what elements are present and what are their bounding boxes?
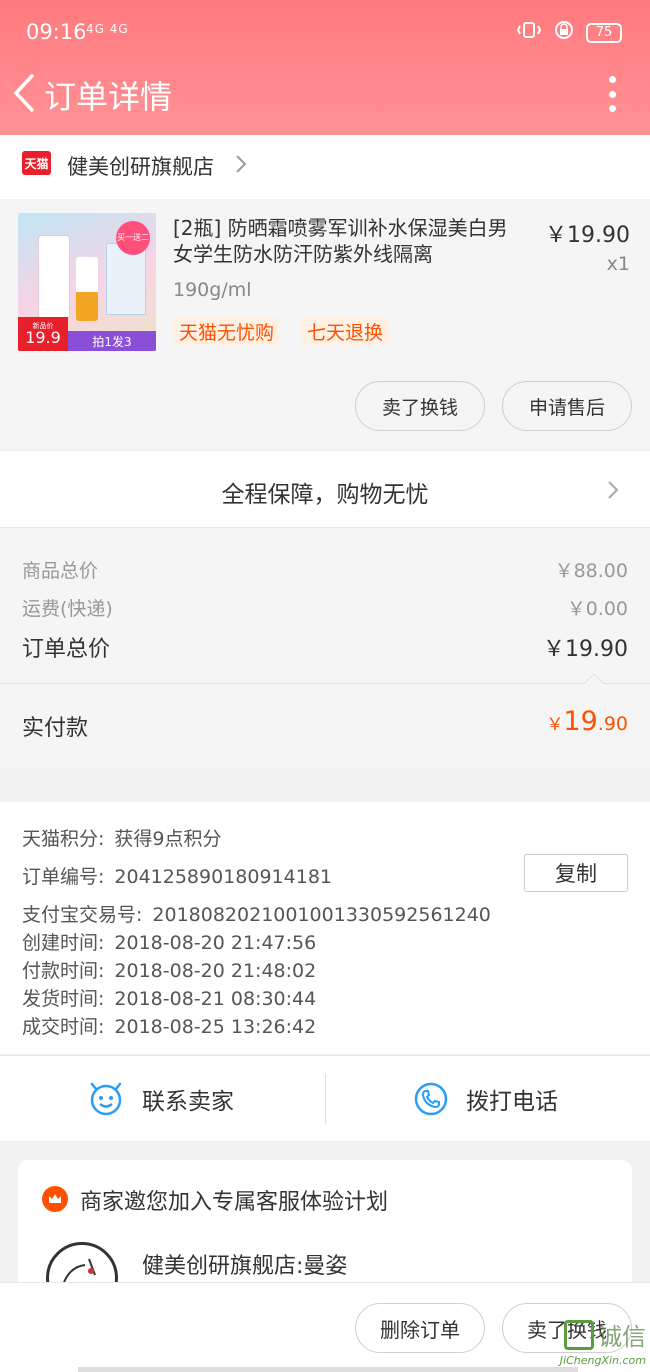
crown-icon <box>42 1186 68 1212</box>
dot-icon <box>608 105 616 112</box>
shipping-value: ￥0.00 <box>566 598 628 620</box>
completed-time-label: 成交时间: <box>22 1016 105 1038</box>
product-price: ￥19.90 <box>545 223 630 248</box>
goods-total-label: 商品总价 <box>22 560 99 582</box>
service-tag: 天猫无忧购 <box>173 317 281 345</box>
price-summary: 商品总价 ￥88.00 运费(快递) ￥0.00 订单总价 ￥19.90 <box>0 529 650 683</box>
shipping-label: 运费(快递) <box>22 598 113 620</box>
alipay-value: 2018082021001001330592561240 <box>152 904 491 926</box>
shipped-time-label: 发货时间: <box>22 988 105 1010</box>
status-icons: 75 <box>516 20 622 45</box>
points-label: 天猫积分: <box>22 828 105 850</box>
watermark-logo: 诚信 <box>564 1317 646 1352</box>
created-time-label: 创建时间: <box>22 932 105 954</box>
created-time-value: 2018-08-20 21:47:56 <box>114 932 317 954</box>
watermark-mark-icon <box>564 1319 594 1350</box>
actual-payment-value: ￥19.90 <box>546 706 628 737</box>
order-number-value: 204125890180914181 <box>114 866 332 888</box>
signal-icon: 4G 4G <box>86 22 129 36</box>
guarantee-row[interactable]: 全程保障，购物无忧 <box>0 451 650 528</box>
product-spec: 190g/ml <box>173 279 252 301</box>
contact-seller-label: 联系卖家 <box>142 1089 234 1115</box>
battery-icon: 75 <box>586 22 622 43</box>
paid-time-line: 付款时间: 2018-08-20 21:48:02 <box>22 956 316 983</box>
service-plan-title: 商家邀您加入专属客服体验计划 <box>80 1190 389 1215</box>
image-price: 19.9 <box>25 327 61 347</box>
back-button[interactable] <box>10 70 46 116</box>
completed-time-value: 2018-08-25 13:26:42 <box>114 1016 317 1038</box>
alipay-line: 支付宝交易号: 2018082021001001330592561240 <box>22 900 491 927</box>
watermark-text: 诚信 <box>598 1323 646 1351</box>
image-promo-text: 拍1发3 <box>68 331 156 351</box>
home-indicator <box>78 1367 578 1372</box>
goods-total-value: ￥88.00 <box>554 560 628 582</box>
service-plan-card[interactable]: 商家邀您加入专属客服体验计划 健美创研旗舰店:曼姿 <box>18 1160 632 1314</box>
caret-up-icon <box>584 674 604 684</box>
paid-time-value: 2018-08-20 21:48:02 <box>114 960 317 982</box>
completed-time-line: 成交时间: 2018-08-25 13:26:42 <box>22 1012 316 1039</box>
header-bar: 09:16 4G 4G 75 订单详情 <box>0 0 650 135</box>
bottom-action-bar: 删除订单 卖了换钱 诚信 JiChengXin.com <box>0 1282 650 1372</box>
service-tag: 七天退换 <box>301 317 390 345</box>
paid-decimal: .90 <box>597 713 628 735</box>
call-phone-label: 拨打电话 <box>466 1089 558 1115</box>
watermark: 诚信 JiChengXin.com <box>560 1317 646 1367</box>
actual-payment-row: 实付款 ￥19.90 <box>0 674 650 769</box>
product-image[interactable]: 买一送二 新品价 19.9 拍1发3 <box>18 213 156 351</box>
order-total-row: 订单总价 ￥19.90 <box>22 631 628 663</box>
order-total-label: 订单总价 <box>22 637 111 662</box>
store-name: 健美创研旗舰店 <box>67 155 214 179</box>
status-bar: 09:16 4G 4G 75 <box>0 0 650 64</box>
call-phone-button[interactable]: 拨打电话 <box>414 1056 558 1142</box>
points-line: 天猫积分: 获得9点积分 <box>22 824 222 851</box>
alipay-label: 支付宝交易号: <box>22 904 143 926</box>
vibrate-icon <box>516 20 542 45</box>
delete-order-button[interactable]: 删除订单 <box>355 1303 485 1353</box>
divider <box>325 1074 326 1124</box>
promo-badge: 买一送二 <box>116 221 150 255</box>
shipped-time-line: 发货时间: 2018-08-21 08:30:44 <box>22 984 316 1011</box>
goods-total-row: 商品总价 ￥88.00 <box>22 556 628 583</box>
dot-icon <box>608 90 616 98</box>
sell-button[interactable]: 卖了换钱 <box>355 381 485 431</box>
service-agent-name: 健美创研旗舰店:曼姿 <box>142 1254 348 1279</box>
after-sale-button[interactable]: 申请售后 <box>502 381 632 431</box>
paid-currency: ￥ <box>546 715 564 735</box>
product-quantity: x1 <box>606 253 630 275</box>
paid-integer: 19 <box>563 706 598 737</box>
chevron-right-icon <box>236 155 247 173</box>
actual-payment-label: 实付款 <box>22 716 89 741</box>
more-options-button[interactable] <box>602 74 622 114</box>
bottle-graphic <box>76 257 98 321</box>
points-value: 获得9点积分 <box>114 828 222 850</box>
product-item[interactable]: 买一送二 新品价 19.9 拍1发3 [2瓶] 防晒霜喷雾军训补水保湿美白男女学… <box>0 201 650 449</box>
tmall-logo: 天猫 <box>22 151 51 175</box>
order-info: 天猫积分: 获得9点积分 订单编号: 204125890180914181 复制 支… <box>0 802 650 1054</box>
bottle-graphic <box>38 235 70 319</box>
created-time-line: 创建时间: 2018-08-20 21:47:56 <box>22 928 316 955</box>
chevron-left-icon <box>13 74 34 112</box>
shipped-time-value: 2018-08-21 08:30:44 <box>114 988 317 1010</box>
dot-icon <box>608 76 616 83</box>
product-title[interactable]: [2瓶] 防晒霜喷雾军训补水保湿美白男女学生防水防汗防紫外线隔离 <box>173 215 527 267</box>
guarantee-text: 全程保障，购物无忧 <box>221 482 429 508</box>
lock-icon <box>554 20 574 45</box>
paid-time-label: 付款时间: <box>22 960 105 982</box>
store-row[interactable]: 天猫 健美创研旗舰店 <box>0 135 650 199</box>
contact-seller-button[interactable]: 联系卖家 <box>88 1056 234 1142</box>
order-total-value: ￥19.90 <box>543 637 628 662</box>
contact-row: 联系卖家 拨打电话 <box>0 1055 650 1141</box>
page-title: 订单详情 <box>44 78 173 116</box>
chevron-right-icon <box>608 481 619 499</box>
order-number-line: 订单编号: 204125890180914181 <box>22 862 332 889</box>
chat-face-icon <box>90 1082 122 1116</box>
order-number-label: 订单编号: <box>22 866 105 888</box>
copy-button[interactable]: 复制 <box>524 854 628 892</box>
watermark-url: JiChengXin.com <box>559 1354 646 1367</box>
status-time: 09:16 <box>26 20 87 44</box>
shipping-row: 运费(快递) ￥0.00 <box>22 594 628 621</box>
image-price-tag: 新品价 19.9 <box>18 317 68 351</box>
phone-icon <box>414 1082 448 1116</box>
